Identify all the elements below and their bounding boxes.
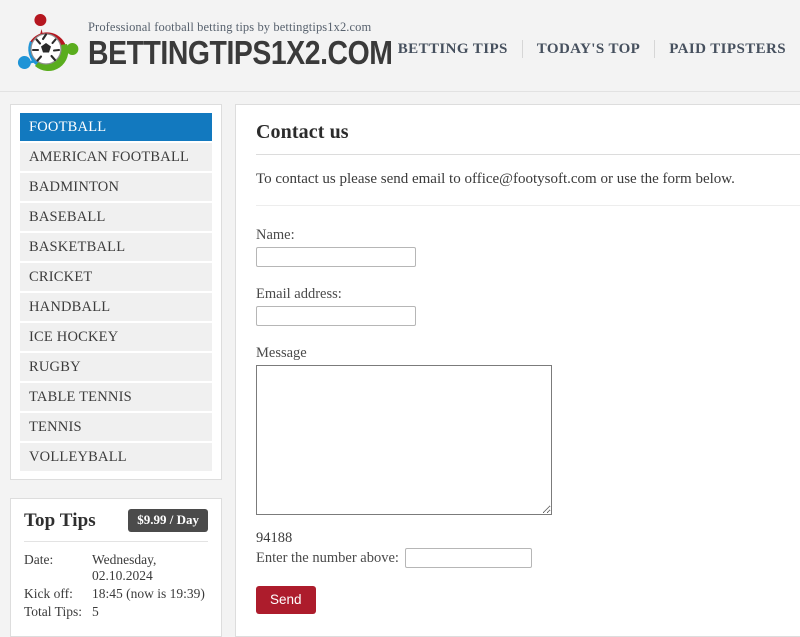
soccer-ball-logo-icon [10, 12, 82, 84]
sidebar-item-football[interactable]: FOOTBALL [20, 113, 212, 143]
site-header: Professional football betting tips by be… [0, 0, 800, 92]
top-tips-kickoff-value: 18:45 (now is 19:39) [92, 586, 205, 601]
sidebar: FOOTBALL AMERICAN FOOTBALL BADMINTON BASEBA… [10, 104, 222, 637]
content-column: Contact us To contact us please send ema… [235, 104, 800, 637]
nav-item-betting-tips[interactable]: BETTING TIPS [384, 41, 522, 58]
sidebar-item-ice-hockey[interactable]: ICE HOCKEY [20, 323, 212, 353]
sidebar-item-table-tennis[interactable]: TABLE TENNIS [20, 383, 212, 413]
name-label: Name: [256, 227, 295, 243]
sidebar-item-handball[interactable]: HANDBALL [20, 293, 212, 323]
table-row: Total Tips: 5 [24, 604, 208, 622]
name-input[interactable] [256, 247, 416, 267]
sidebar-item-tennis[interactable]: TENNIS [20, 413, 212, 443]
sidebar-item-badminton[interactable]: BADMINTON [20, 173, 212, 203]
top-tips-date-value: Wednesday, 02.10.2024 [92, 552, 157, 583]
captcha-input[interactable] [404, 548, 532, 568]
sidebar-item-baseball[interactable]: BASEBALL [20, 203, 212, 233]
table-row: Kick off: 18:45 (now is 19:39) [24, 586, 208, 604]
table-row: Date: Wednesday, 02.10.2024 [24, 552, 208, 586]
main-navigation: BETTING TIPS TODAY'S TOP PAID TIPSTERS [384, 40, 800, 58]
captcha-label: Enter the number above: [256, 550, 399, 566]
message-textarea[interactable] [256, 365, 552, 515]
site-brand[interactable]: Professional football betting tips by be… [10, 12, 442, 84]
top-tips-header: Top Tips $9.99 / Day [24, 509, 208, 542]
top-tips-price-badge[interactable]: $9.99 / Day [128, 509, 208, 532]
send-button[interactable]: Send [256, 586, 316, 614]
captcha-row: Enter the number above: [256, 548, 800, 568]
contact-panel: Contact us To contact us please send ema… [235, 104, 800, 637]
intro-divider [256, 205, 800, 206]
top-tips-total-value: 5 [92, 604, 99, 619]
site-wordmark: BETTINGTIPS1X2.COM [88, 34, 393, 71]
nav-item-todays-top[interactable]: TODAY'S TOP [523, 41, 654, 58]
message-label: Message [256, 345, 307, 361]
page-body: FOOTBALL AMERICAN FOOTBALL BADMINTON BASEBA… [0, 92, 800, 637]
contact-intro-text: To contact us please send email to offic… [256, 171, 735, 187]
nav-item-paid-tipsters[interactable]: PAID TIPSTERS [655, 41, 800, 58]
page-title: Contact us [256, 121, 349, 143]
site-tagline: Professional football betting tips by be… [88, 20, 372, 34]
top-tips-title: Top Tips [24, 509, 96, 531]
captcha-number: 94188 [256, 530, 293, 546]
top-tips-kickoff-label: Kick off: [24, 586, 73, 601]
sidebar-item-rugby[interactable]: RUGBY [20, 353, 212, 383]
sidebar-item-basketball[interactable]: BASKETBALL [20, 233, 212, 263]
top-tips-total-label: Total Tips: [24, 604, 82, 619]
top-tips-widget: Top Tips $9.99 / Day Date: Wednesday, 02… [10, 498, 222, 637]
top-tips-table: Date: Wednesday, 02.10.2024 Kick off: 18… [24, 552, 208, 622]
sidebar-item-cricket[interactable]: CRICKET [20, 263, 212, 293]
sidebar-item-volleyball[interactable]: VOLLEYBALL [20, 443, 212, 471]
contact-form: Name: Email address: Message 94188 Enter… [256, 226, 800, 614]
email-label: Email address: [256, 286, 342, 302]
title-divider [256, 154, 800, 155]
sidebar-item-american-football[interactable]: AMERICAN FOOTBALL [20, 143, 212, 173]
email-input[interactable] [256, 306, 416, 326]
top-tips-date-label: Date: [24, 552, 54, 567]
sport-menu: FOOTBALL AMERICAN FOOTBALL BADMINTON BASEBA… [10, 104, 222, 480]
